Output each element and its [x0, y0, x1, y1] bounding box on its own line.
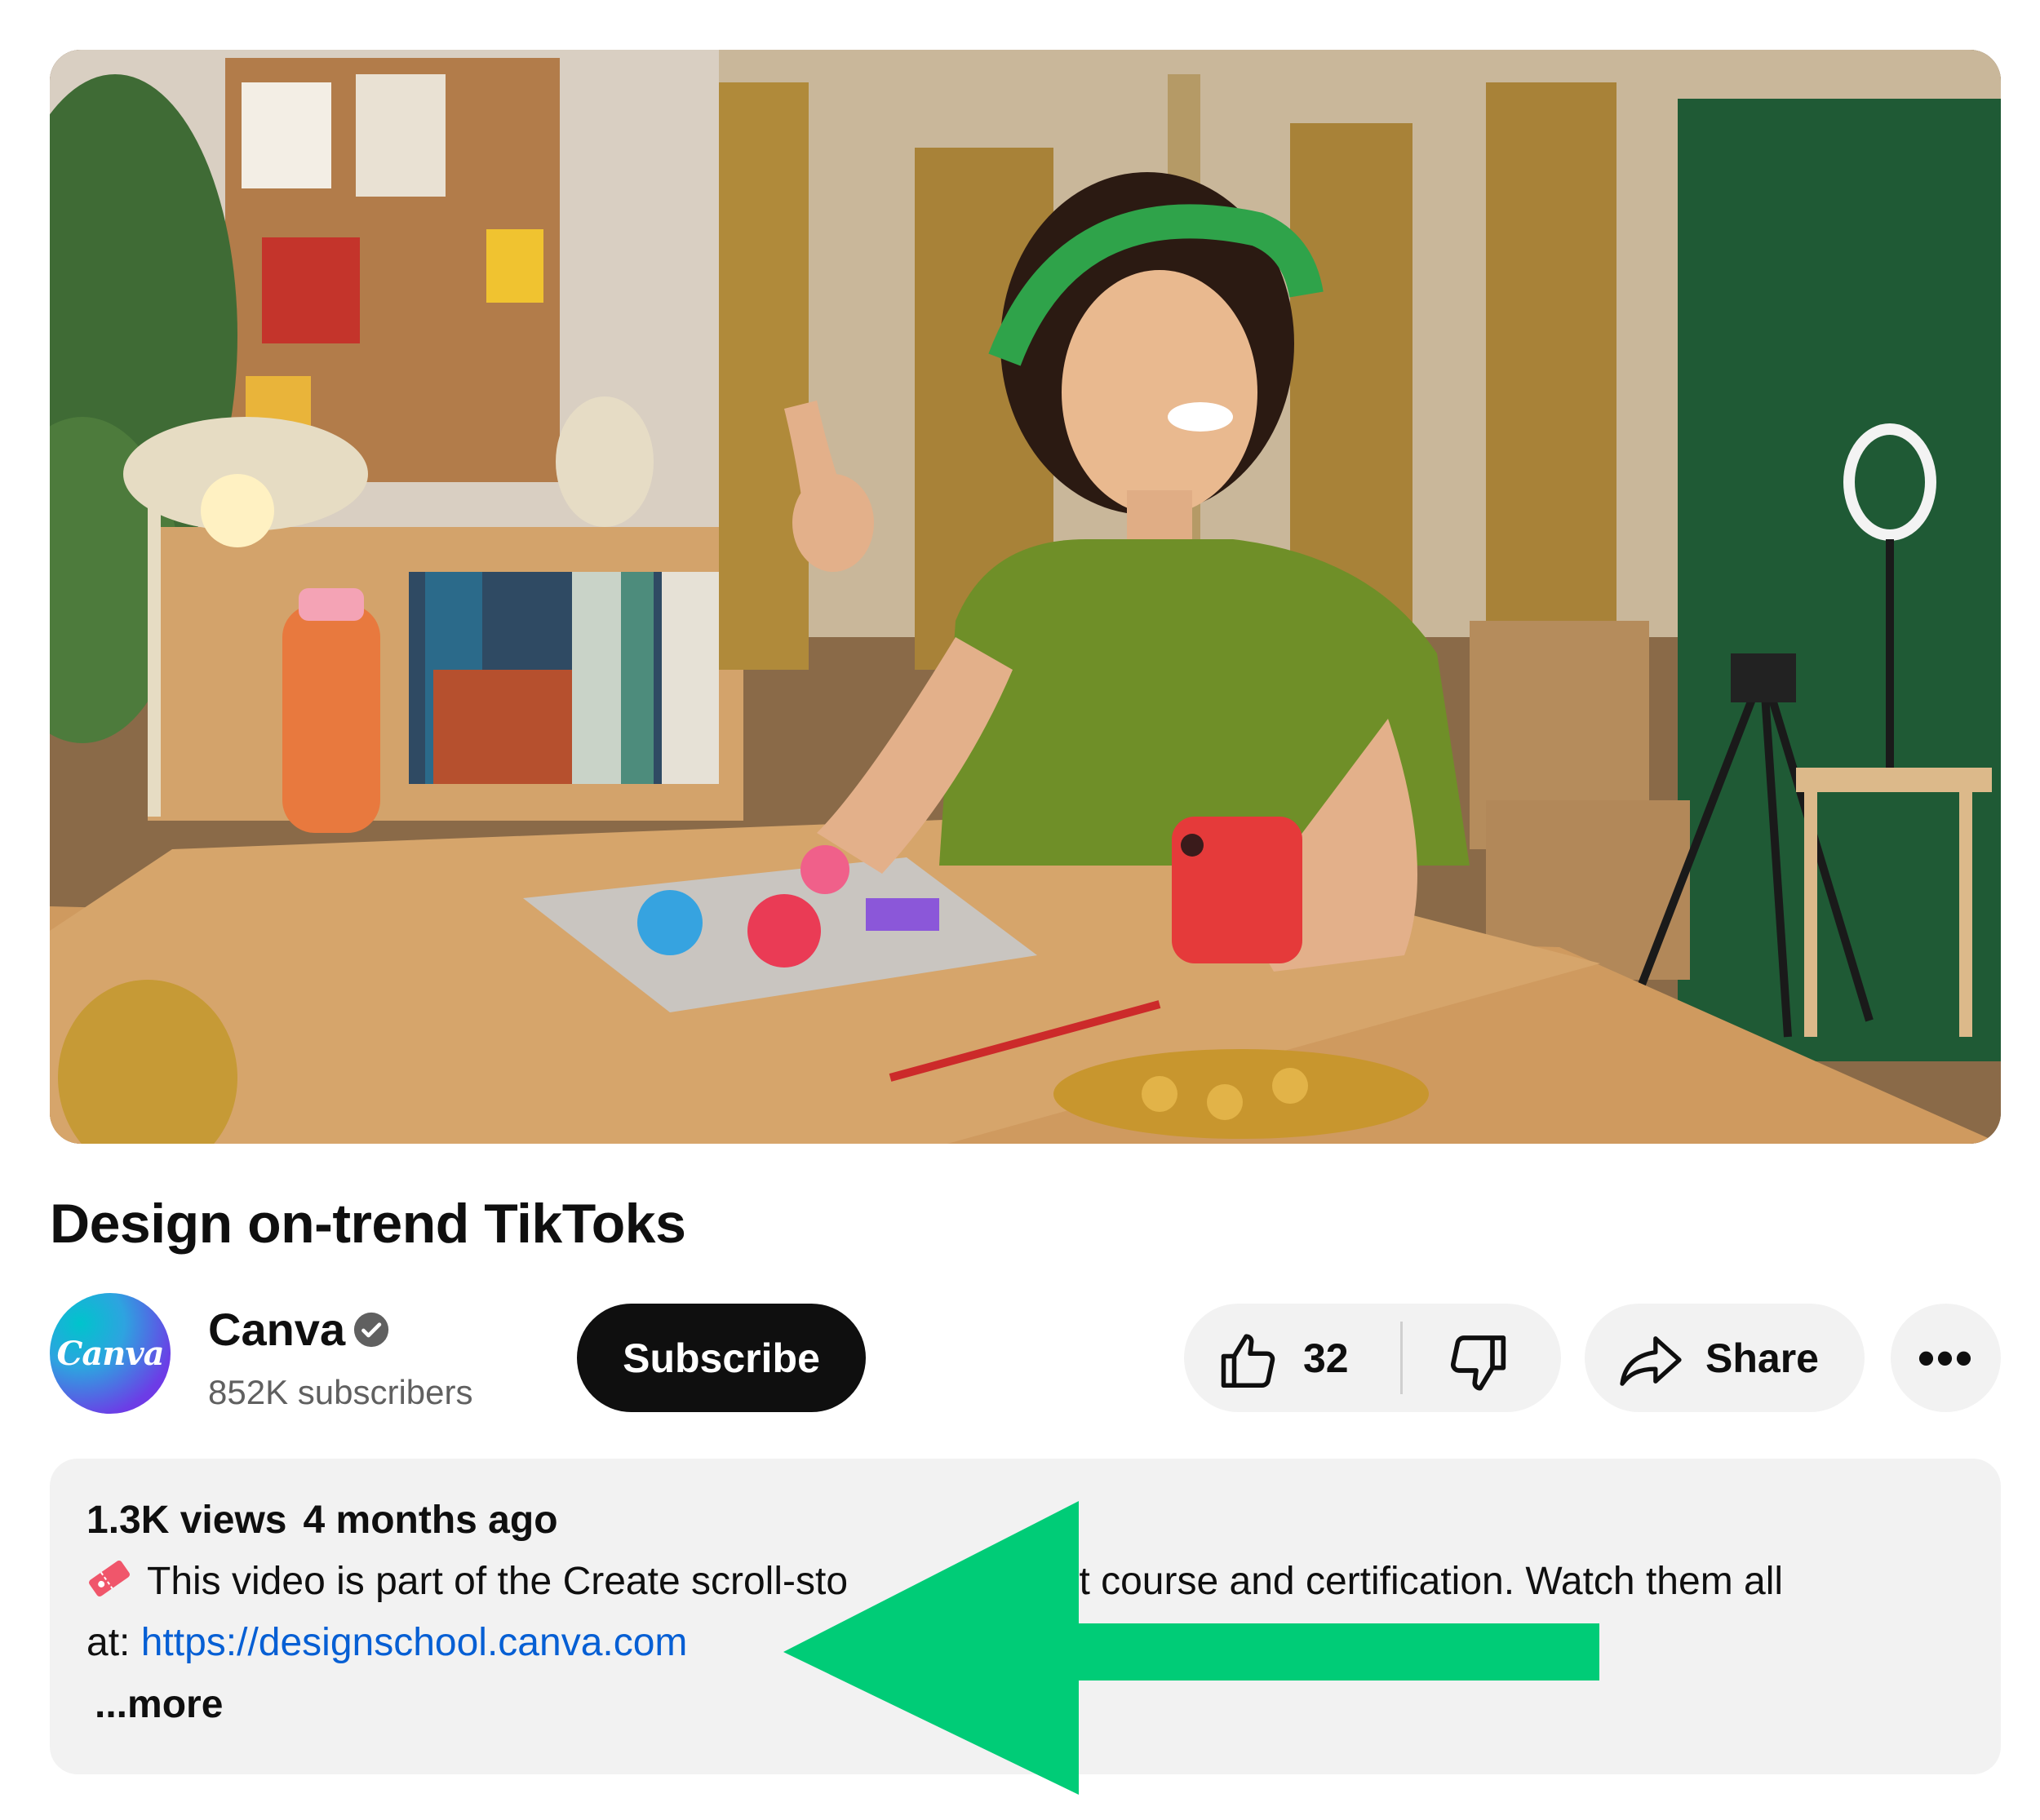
description-line-1: This video is part of the Create scroll-…	[86, 1558, 1783, 1605]
description-text-end: ntent course and certification. Watch th…	[1003, 1560, 1784, 1603]
description-link[interactable]: https://designschool.canva.com	[141, 1621, 688, 1664]
video-meta: 1.3K views 4 months ago	[86, 1498, 558, 1543]
dislike-button[interactable]	[1403, 1304, 1561, 1412]
canva-logo: Canva	[56, 1334, 165, 1373]
thumbs-up-icon	[1221, 1334, 1275, 1388]
share-arrow-icon	[1620, 1336, 1682, 1386]
more-horizontal-icon: •••	[1917, 1331, 1975, 1385]
thumbs-down-icon	[1451, 1335, 1506, 1391]
description-text-start: This video is part of the Create scroll-…	[147, 1560, 849, 1603]
description-line-2: at: https://designschool.canva.com	[86, 1620, 687, 1666]
show-more-link[interactable]: ...more	[95, 1682, 223, 1728]
subscribe-button[interactable]: Subscribe	[577, 1304, 866, 1412]
subscriber-count: 852K subscribers	[208, 1373, 473, 1411]
more-actions-button[interactable]: •••	[1891, 1304, 2001, 1412]
channel-avatar[interactable]: Canva	[50, 1293, 171, 1414]
video-player[interactable]	[50, 50, 2001, 1144]
like-button[interactable]: 32	[1184, 1304, 1400, 1412]
share-button[interactable]: Share	[1585, 1304, 1865, 1412]
description-box[interactable]: 1.3K views 4 months ago This video is par…	[50, 1459, 2001, 1774]
view-count: 1.3K views	[86, 1499, 287, 1542]
description-at-label: at:	[86, 1621, 141, 1664]
like-count: 32	[1303, 1335, 1349, 1381]
channel-name[interactable]: Canva	[208, 1304, 345, 1356]
like-dislike-group: 32	[1184, 1304, 1561, 1412]
share-label: Share	[1705, 1335, 1819, 1381]
upload-age: 4 months ago	[303, 1499, 558, 1542]
video-frame	[50, 50, 2001, 1144]
verified-check-icon	[353, 1312, 389, 1348]
video-title: Design on-trend TikToks	[50, 1193, 686, 1255]
ticket-emoji-icon	[89, 1560, 130, 1597]
